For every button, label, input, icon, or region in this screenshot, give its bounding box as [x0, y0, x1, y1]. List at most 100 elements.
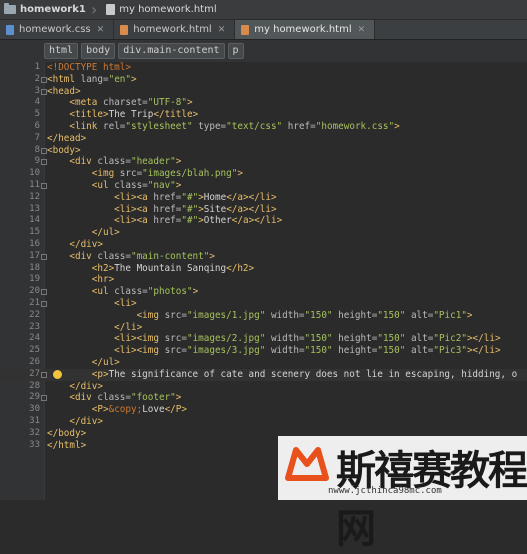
code-text: <meta charset="UTF-8">: [69, 97, 193, 109]
code-line[interactable]: 28 </div>: [0, 381, 527, 393]
code-line[interactable]: 15 </ul>: [0, 227, 527, 239]
line-number: 28: [29, 380, 40, 391]
code-line[interactable]: 30 <P>&copy;Love</P>: [0, 404, 527, 416]
html-file-icon: [241, 24, 250, 35]
code-line[interactable]: 26 </ul>: [0, 357, 527, 369]
code-text: </ul>: [91, 356, 120, 368]
code-line[interactable]: 1 <!DOCTYPE html>: [0, 62, 527, 74]
code-text: <!DOCTYPE html>: [47, 62, 131, 73]
code-line[interactable]: 17 <div class="main-content">: [0, 251, 527, 263]
line-number: 6: [34, 120, 40, 131]
code-text: <h2>The Mountain Sanqing</h2>: [91, 262, 255, 274]
tab-label: homework.html: [133, 24, 212, 35]
code-text: <div class="header">: [69, 156, 182, 168]
line-number: 4: [34, 97, 40, 108]
line-number: 8: [34, 144, 40, 155]
project-crumb[interactable]: homework1: [0, 3, 86, 15]
line-number: 3: [34, 85, 40, 96]
code-line[interactable]: 6 <link rel="stylesheet" type="text/css"…: [0, 121, 527, 133]
code-text: </div>: [69, 380, 103, 392]
code-text: <hr>: [91, 274, 115, 286]
code-text: <div class="footer">: [69, 392, 182, 404]
close-icon[interactable]: ✕: [97, 25, 105, 35]
code-text: </li>: [114, 321, 143, 333]
code-line[interactable]: 3 <head>: [0, 86, 527, 98]
code-line[interactable]: 9 <div class="header">: [0, 156, 527, 168]
code-line[interactable]: 25 <li><img src="images/3.jpg" width="15…: [0, 345, 527, 357]
code-line[interactable]: 22 <img src="images/1.jpg" width="150" h…: [0, 310, 527, 322]
watermark-text: 斯禧赛教程网: [336, 447, 527, 552]
tab-my-homework-html[interactable]: my homework.html ✕: [235, 20, 376, 39]
line-number: 7: [34, 132, 40, 143]
code-line[interactable]: 14 <li><a href="#">Other</a></li>: [0, 215, 527, 227]
line-number: 31: [29, 415, 40, 426]
code-line[interactable]: 27 <p>The significance of cate and scene…: [0, 368, 527, 381]
code-text: </div>: [69, 238, 103, 250]
code-lines[interactable]: 1 <!DOCTYPE html> 2 <html lang="en"> 3 <head>…: [0, 62, 527, 451]
line-number: 10: [29, 168, 40, 179]
line-number: 12: [29, 191, 40, 202]
editor-tabs: homework.css ✕ homework.html ✕ my homewo…: [0, 20, 527, 40]
line-number: 5: [34, 109, 40, 120]
tag-breadcrumb: html body div.main-content p: [0, 40, 527, 62]
line-number: 25: [29, 345, 40, 356]
code-line[interactable]: 12 <li><a href="#">Home</a></li>: [0, 192, 527, 204]
folder-icon: [4, 3, 16, 14]
navigation-bar: homework1 › my homework.html: [0, 0, 527, 20]
tab-label: homework.css: [19, 24, 91, 35]
line-number: 20: [29, 286, 40, 297]
watermark: 斯禧赛教程网 nwww.jcthinca98mc.com: [278, 436, 527, 552]
breadcrumb-body[interactable]: body: [81, 43, 116, 59]
line-number: 2: [34, 73, 40, 84]
close-icon[interactable]: ✕: [358, 25, 366, 35]
file-name: my homework.html: [119, 4, 217, 15]
code-line[interactable]: 10 <img src="images/blah.png">: [0, 168, 527, 180]
code-text: <li><img src="images/2.jpg" width="150" …: [114, 333, 501, 345]
line-number: 16: [29, 238, 40, 249]
code-text: <P>&copy;Love</P>: [91, 404, 187, 416]
line-number: 33: [29, 439, 40, 450]
code-line[interactable]: 7 </head>: [0, 133, 527, 145]
breadcrumb-main-content[interactable]: div.main-content: [118, 43, 225, 59]
code-editor[interactable]: 1 <!DOCTYPE html> 2 <html lang="en"> 3 <head>…: [0, 62, 527, 500]
code-line[interactable]: 29 <div class="footer">: [0, 392, 527, 404]
line-number: 22: [29, 309, 40, 320]
tab-homework-html[interactable]: homework.html ✕: [114, 20, 236, 39]
code-line[interactable]: 24 <li><img src="images/2.jpg" width="15…: [0, 333, 527, 345]
close-icon[interactable]: ✕: [218, 25, 226, 35]
code-text: </head>: [47, 132, 87, 144]
code-text: <p>The significance of cate and scenery …: [91, 368, 518, 380]
code-text: <html lang="en">: [47, 73, 137, 85]
breadcrumb-html[interactable]: html: [44, 43, 79, 59]
line-number: 18: [29, 262, 40, 273]
code-line[interactable]: 31 </div>: [0, 416, 527, 428]
code-line[interactable]: 8 <body>: [0, 145, 527, 157]
tab-label: my homework.html: [254, 24, 352, 35]
code-text: <li><a href="#">Site</a></li>: [114, 203, 277, 215]
line-number: 27: [29, 368, 40, 379]
code-text: <li><a href="#">Other</a></li>: [114, 215, 283, 227]
file-crumb[interactable]: my homework.html: [102, 4, 217, 15]
code-line[interactable]: 21 <li>: [0, 298, 527, 310]
code-text: <title>The Trip</title>: [69, 109, 199, 121]
line-number: 19: [29, 274, 40, 285]
code-line[interactable]: 11 <ul class="nav">: [0, 180, 527, 192]
code-line[interactable]: 13 <li><a href="#">Site</a></li>: [0, 204, 527, 216]
code-line[interactable]: 19 <hr>: [0, 274, 527, 286]
code-text: <li><img src="images/3.jpg" width="150" …: [114, 345, 501, 357]
code-line[interactable]: 20 <ul class="photos">: [0, 286, 527, 298]
code-line[interactable]: 23 </li>: [0, 322, 527, 334]
code-text: <li>: [114, 297, 137, 309]
breadcrumb-p[interactable]: p: [227, 43, 244, 59]
line-number: 21: [29, 297, 40, 308]
code-line[interactable]: 16 </div>: [0, 239, 527, 251]
code-line[interactable]: 5 <title>The Trip</title>: [0, 109, 527, 121]
code-line[interactable]: 18 <h2>The Mountain Sanqing</h2>: [0, 263, 527, 275]
code-text: </body>: [47, 427, 87, 439]
intention-bulb-icon[interactable]: [53, 369, 62, 379]
tab-homework-css[interactable]: homework.css ✕: [0, 20, 115, 39]
code-text: <div class="main-content">: [69, 250, 215, 262]
code-line[interactable]: 4 <meta charset="UTF-8">: [0, 97, 527, 109]
code-text: <img src="images/1.jpg" width="150" heig…: [136, 309, 473, 321]
code-line[interactable]: 2 <html lang="en">: [0, 74, 527, 86]
